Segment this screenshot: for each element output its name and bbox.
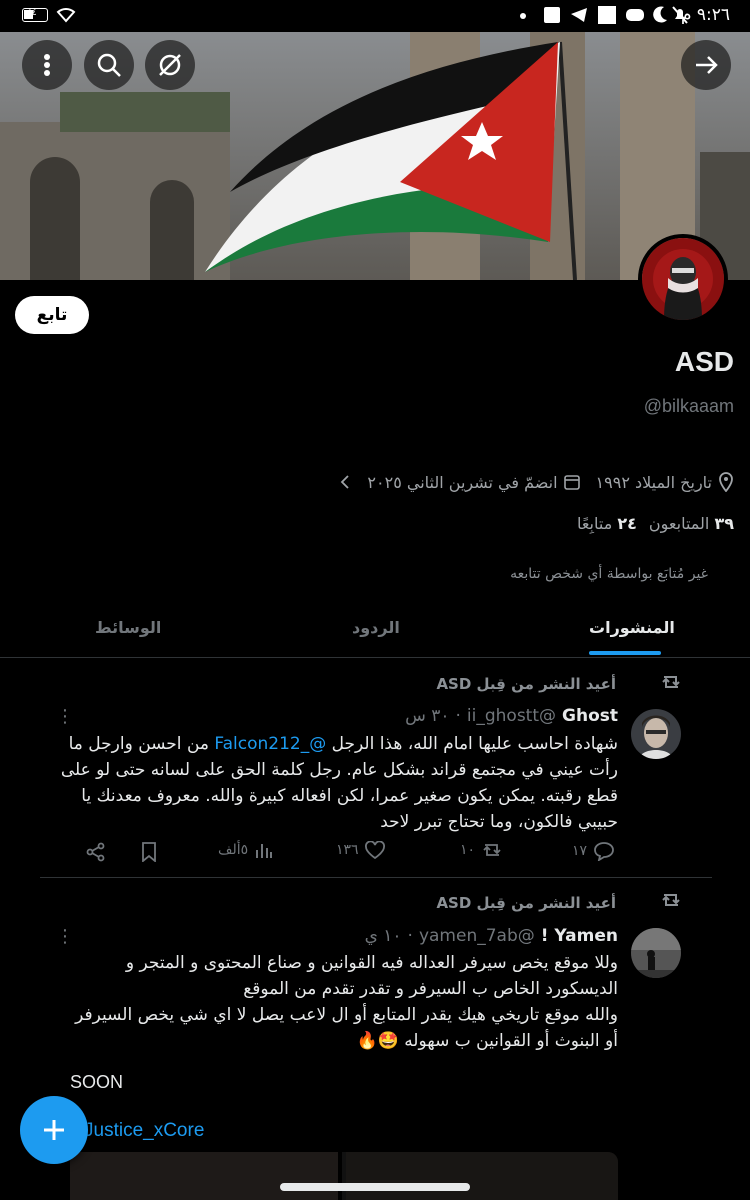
dot-icon [520,13,526,19]
post-text: شهادة احاسب عليها امام الله، هذا الرجل @… [58,731,618,835]
battery-level: ٤٤ [27,8,37,18]
battery-icon: ٤٤ [22,8,48,22]
clock: ٩:٢٦ م [680,5,730,25]
bookmark-button[interactable] [140,842,158,866]
post-more-icon[interactable]: ⋮ [56,926,74,947]
post-author-handle[interactable]: @ii_ghostt [467,706,556,726]
post-header: Yamen ! @yamen_7ab · ١٠ ي [364,926,618,946]
post-soon-text: SOON [70,1072,124,1092]
following-count: ٢٤ [617,514,637,533]
status-bar: ٤٤ ٩:٢٦ م [0,0,750,32]
post-header: Ghost @ii_ghostt · ٣٠ س [405,706,618,726]
heart-icon [364,841,385,859]
post-author-name[interactable]: Ghost [562,706,618,726]
join-date: انضمّ في تشرين الثاني ٢٠٢٥ [367,472,558,492]
tab-posts[interactable]: المنشورات [589,618,675,637]
post-author-handle[interactable]: @yamen_7ab [419,926,535,946]
share-button[interactable] [86,842,106,866]
repost-icon [483,844,501,856]
profile-meta: تاريخ الميلاد ١٩٩٢ انضمّ في تشرين الثاني… [339,472,734,492]
post-text: وللا موقع يخص سيرفر العداله فيه القوانين… [58,950,618,1054]
follow-button[interactable]: تابع [15,296,89,334]
profile-tabs: المنشورات الردود الوسائط [0,600,750,658]
moon-icon [652,6,668,28]
location-icon [719,472,733,492]
repost-label: أعيد النشر من قِبل ASD [436,894,616,912]
post-avatar[interactable] [631,709,681,759]
more-vertical-icon [44,54,50,76]
reply-count: ١٧ [572,843,588,859]
birth-date: تاريخ الميلاد ١٩٩٢ [595,472,712,492]
post-media[interactable] [70,1152,618,1200]
telegram-icon [570,7,588,27]
discord-icon [626,9,644,21]
chevron-left-icon[interactable] [339,474,351,490]
post-divider [40,877,712,878]
view-count: ٥ألف [218,842,249,858]
repost-label: أعيد النشر من قِبل ASD [436,675,616,693]
facebook-icon [544,7,560,23]
search-button[interactable] [84,40,134,90]
views-icon [256,844,273,858]
profile-name: ASD [674,346,734,377]
follow-counts: ٣٩ المتابعون ٢٤ متابِعًا [577,514,734,533]
post-more-icon[interactable]: ⋮ [56,706,74,727]
post-mention[interactable]: @_Falcon212 [214,734,326,754]
square-icon [598,6,616,24]
bookmark-icon [142,842,156,863]
compose-button[interactable] [20,1096,88,1164]
share-icon [86,842,105,862]
tab-replies[interactable]: الردود [352,618,400,637]
wifi-icon [56,7,76,27]
post-text-line: وللا موقع يخص سيرفر العداله فيه القوانين… [125,953,618,999]
reply-icon [594,842,614,861]
plus-icon [44,1120,64,1140]
post-author-name[interactable]: Yamen ! [541,926,618,946]
post-time: ٣٠ س [405,706,450,726]
views-button[interactable]: ٥ألف [218,841,273,859]
post-avatar[interactable] [631,928,681,978]
repost-count: ١٠ [460,842,476,858]
repost-icon [660,673,682,695]
grok-button[interactable] [145,40,195,90]
repost-icon [660,891,682,913]
search-icon [97,53,121,77]
like-button[interactable]: ١٣٦ [336,841,385,859]
reply-button[interactable]: ١٧ [572,841,615,861]
profile-handle: @bilkaaam [643,396,734,416]
grok-icon [159,54,181,76]
like-count: ١٣٦ [336,842,359,858]
calendar-icon [563,475,580,490]
following-link[interactable]: ٢٤ متابِعًا [577,514,637,533]
post-time: ١٠ ي [364,926,402,946]
arrow-right-icon [696,56,718,74]
active-tab-indicator [589,651,661,655]
profile-avatar[interactable] [638,234,728,324]
post-text-part: شهادة احاسب عليها امام الله، هذا الرجل [326,734,618,754]
more-options-button[interactable] [22,40,72,90]
not-followed-note: غير مُتابَع بواسطة أي شخص تتابعه [510,566,708,582]
repost-button[interactable]: ١٠ [460,841,503,859]
post-text-line: والله موقع تاريخي هيك يقدر المتابع أو ال… [75,1005,618,1051]
post-link[interactable]: Justice_xCore [84,1120,204,1142]
followers-link[interactable]: ٣٩ المتابعون [649,514,734,533]
followers-count: ٣٩ [714,514,734,533]
home-indicator[interactable] [280,1183,470,1191]
back-button[interactable] [681,40,731,90]
tab-media[interactable]: الوسائط [95,618,161,637]
followers-label: المتابعون [648,514,710,533]
following-label: متابِعًا [576,514,613,533]
